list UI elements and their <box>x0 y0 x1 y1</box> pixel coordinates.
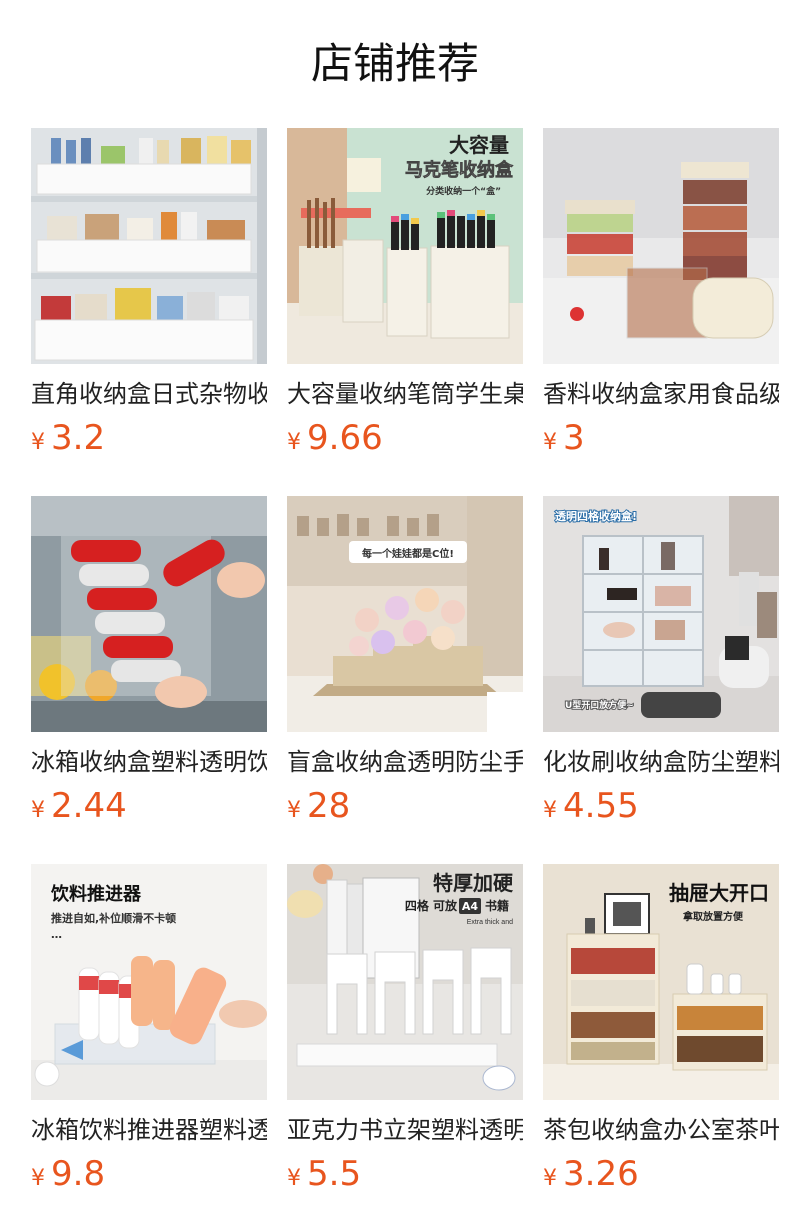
currency-symbol: ¥ <box>287 1166 301 1191</box>
image-overlay-text: 拿取放置方便 <box>682 910 744 923</box>
image-overlay-text: 抽屉大开口 <box>669 881 769 905</box>
price-value: 4.55 <box>563 786 639 826</box>
product-name[interactable]: 香料收纳盒家用食品级 <box>543 376 779 412</box>
product-card[interactable]: 大容量 马克笔收纳盒 分类收纳一个“盒” 大容量收纳笔筒学生桌面 ¥9.66 <box>287 128 523 468</box>
product-name[interactable]: 冰箱饮料推进器塑料透明 <box>31 1112 267 1148</box>
product-image-figure-display[interactable]: 每一个娃娃都是C位! <box>287 496 523 732</box>
image-overlay-text: A4 <box>462 900 479 913</box>
image-overlay-text: 特厚加硬 <box>433 871 514 895</box>
image-overlay-text: 推进自如,补位顺滑不卡顿 <box>51 911 176 925</box>
product-price: ¥28 <box>287 786 350 826</box>
product-price: ¥4.55 <box>543 786 639 826</box>
product-price: ¥9.8 <box>31 1154 105 1194</box>
image-overlay-text: 分类收纳一个“盒” <box>426 185 501 197</box>
product-card[interactable]: 直角收纳盒日式杂物收纳 ¥3.2 <box>31 128 267 468</box>
product-image-drink-pusher[interactable]: 饮料推进器 推进自如,补位顺滑不卡顿 … <box>31 864 267 1100</box>
product-card[interactable]: 每一个娃娃都是C位! 盲盒收纳盒透明防尘手办 ¥28 <box>287 496 523 836</box>
product-name[interactable]: 冰箱收纳盒塑料透明饮料 <box>31 744 267 780</box>
product-image-marker-box[interactable]: 大容量 马克笔收纳盒 分类收纳一个“盒” <box>287 128 523 364</box>
product-card[interactable]: 冰箱收纳盒塑料透明饮料 ¥2.44 <box>31 496 267 836</box>
page-title: 店铺推荐 <box>310 39 479 88</box>
product-image-cosmetic-drawers[interactable]: 透明四格收纳盒! U型开口放方便~ <box>543 496 779 732</box>
product-name[interactable]: 化妆刷收纳盒防尘塑料 <box>543 744 779 780</box>
product-name[interactable]: 茶包收纳盒办公室茶叶 <box>543 1112 779 1148</box>
price-value: 3.26 <box>563 1154 639 1194</box>
product-image-storage-bins[interactable] <box>31 128 267 364</box>
price-value: 5.5 <box>307 1154 362 1194</box>
product-card[interactable]: 饮料推进器 推进自如,补位顺滑不卡顿 … 冰箱饮料推进器塑料透明 ¥9.8 <box>31 864 267 1204</box>
price-value: 3.2 <box>51 418 106 458</box>
currency-symbol: ¥ <box>31 798 45 823</box>
image-overlay-text: U型开口放方便~ <box>565 699 634 711</box>
price-value: 2.44 <box>51 786 127 826</box>
currency-symbol: ¥ <box>287 798 301 823</box>
product-price: ¥3.2 <box>31 418 105 458</box>
product-image-tea-bag-organizer[interactable]: 抽屉大开口 拿取放置方便 <box>543 864 779 1100</box>
image-overlay-text: 马克笔收纳盒 <box>405 159 514 181</box>
price-value: 9.8 <box>51 1154 106 1194</box>
product-image-can-organizer[interactable] <box>31 496 267 732</box>
product-name[interactable]: 盲盒收纳盒透明防尘手办 <box>287 744 523 780</box>
image-overlay-text: 饮料推进器 <box>50 883 142 905</box>
product-card[interactable]: 抽屉大开口 拿取放置方便 茶包收纳盒办公室茶叶 ¥3.26 <box>543 864 779 1204</box>
product-name[interactable]: 直角收纳盒日式杂物收纳 <box>31 376 267 412</box>
currency-symbol: ¥ <box>287 430 301 455</box>
currency-symbol: ¥ <box>543 798 557 823</box>
product-name[interactable]: 大容量收纳笔筒学生桌面 <box>287 376 523 412</box>
product-card[interactable]: 特厚加硬 四格 可放 A4 书籍 Extra thick and 亚克力书立架塑… <box>287 864 523 1204</box>
image-overlay-text: 书籍 <box>485 898 509 913</box>
price-value: 3 <box>563 418 585 458</box>
image-overlay-text: 每一个娃娃都是C位! <box>362 547 454 560</box>
currency-symbol: ¥ <box>543 430 557 455</box>
image-overlay-text: Extra thick and <box>467 919 513 926</box>
product-price: ¥3.26 <box>543 1154 639 1194</box>
image-overlay-text: 透明四格收纳盒! <box>555 509 637 523</box>
product-price: ¥5.5 <box>287 1154 361 1194</box>
currency-symbol: ¥ <box>31 430 45 455</box>
product-image-book-stand[interactable]: 特厚加硬 四格 可放 A4 书籍 Extra thick and <box>287 864 523 1100</box>
currency-symbol: ¥ <box>543 1166 557 1191</box>
product-price: ¥3 <box>543 418 585 458</box>
image-overlay-text: 大容量 <box>449 133 509 157</box>
price-value: 28 <box>307 786 351 826</box>
product-name[interactable]: 亚克力书立架塑料透明 <box>287 1112 523 1148</box>
product-card[interactable]: 透明四格收纳盒! U型开口放方便~ 化妆刷收纳盒防尘塑料 ¥4.55 <box>543 496 779 836</box>
product-price: ¥9.66 <box>287 418 383 458</box>
product-image-spice-box[interactable] <box>543 128 779 364</box>
image-overlay-text: 四格 可放 <box>405 898 458 913</box>
image-overlay-text: … <box>51 928 62 941</box>
product-price: ¥2.44 <box>31 786 127 826</box>
currency-symbol: ¥ <box>31 1166 45 1191</box>
product-card[interactable]: 香料收纳盒家用食品级 ¥3 <box>543 128 779 468</box>
price-value: 9.66 <box>307 418 383 458</box>
